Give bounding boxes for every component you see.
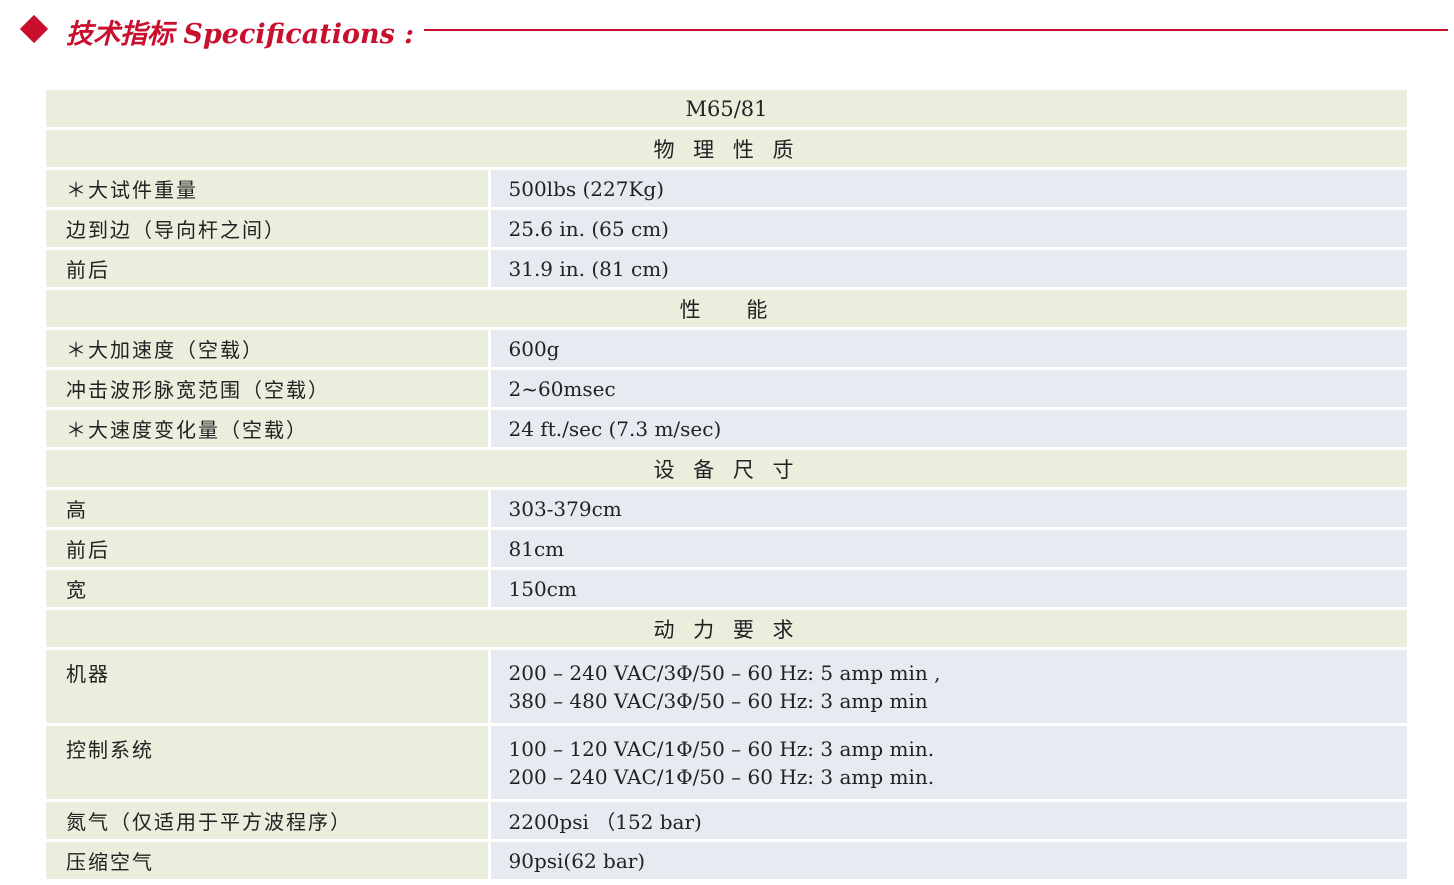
row-label: 前后 [46,527,491,569]
row-value: 2~60msec [489,367,1407,409]
table-row: 宽 150cm [46,567,1407,609]
value-line: 100 – 120 VAC/1Φ/50 – 60 Hz: 3 amp min. [508,736,935,761]
section-header: 技术指标 Specifications : [0,0,1454,70]
row-value: 25.6 in. (65 cm) [489,207,1407,249]
section-heading: 性 能 [46,287,1407,329]
table-row: ＊大速度变化量（空载） 24 ft./sec (7.3 m/sec) [46,407,1407,449]
table-row: 压缩空气 90psi(62 bar) [46,839,1407,879]
row-value: 500lbs (227Kg) [489,167,1407,209]
model-row: M65/81 [46,87,1407,129]
table-row: 前后 31.9 in. (81 cm) [46,247,1407,289]
value-line: 200 – 240 VAC/3Φ/50 – 60 Hz: 5 amp min , [508,660,941,685]
row-value: 100 – 120 VAC/1Φ/50 – 60 Hz: 3 amp min. … [489,723,1407,801]
table-row: ＊大加速度（空载） 600g [46,327,1407,369]
row-label: 边到边（导向杆之间） [46,207,491,249]
row-label: ＊大速度变化量（空载） [46,407,491,449]
row-label: 控制系统 [46,723,491,801]
row-value: 600g [489,327,1407,369]
row-label: 前后 [46,247,491,289]
row-value: 150cm [489,567,1407,609]
row-value: 81cm [489,527,1407,569]
section-header-row: 动 力 要 求 [46,607,1407,649]
value-line: 200 – 240 VAC/1Φ/50 – 60 Hz: 3 amp min. [508,764,935,789]
row-label: 机器 [46,647,491,725]
table-row: 边到边（导向杆之间） 25.6 in. (65 cm) [46,207,1407,249]
table-row: 控制系统 100 – 120 VAC/1Φ/50 – 60 Hz: 3 amp … [46,723,1407,801]
title-divider [424,29,1448,31]
table-row: 前后 81cm [46,527,1407,569]
table-row: 氮气（仅适用于平方波程序） 2200psi （152 bar) [46,799,1407,841]
section-title: 技术指标 Specifications : [66,19,415,50]
row-label: 氮气（仅适用于平方波程序） [46,799,491,841]
row-label: ＊大加速度（空载） [46,327,491,369]
row-label: 压缩空气 [46,839,491,879]
section-heading: 动 力 要 求 [46,607,1407,649]
row-label: 宽 [46,567,491,609]
row-value: 200 – 240 VAC/3Φ/50 – 60 Hz: 5 amp min ,… [489,647,1407,725]
row-value: 31.9 in. (81 cm) [489,247,1407,289]
row-label: 高 [46,487,491,529]
row-label: 冲击波形脉宽范围（空载） [46,367,491,409]
row-value: 2200psi （152 bar) [489,799,1407,841]
row-label: ＊大试件重量 [46,167,491,209]
table-row: ＊大试件重量 500lbs (227Kg) [46,167,1407,209]
row-value: 303-379cm [489,487,1407,529]
section-header-row: 物 理 性 质 [46,127,1407,169]
table-row: 冲击波形脉宽范围（空载） 2~60msec [46,367,1407,409]
diamond-bullet-icon [19,14,49,44]
row-value: 90psi(62 bar) [489,839,1407,879]
model-name: M65/81 [46,87,1407,129]
section-heading: 物 理 性 质 [46,127,1407,169]
table-row: 高 303-379cm [46,487,1407,529]
row-value: 24 ft./sec (7.3 m/sec) [489,407,1407,449]
value-line: 380 – 480 VAC/3Φ/50 – 60 Hz: 3 amp min [508,688,928,713]
spec-table: M65/81 物 理 性 质 ＊大试件重量 500lbs (227Kg) 边到边… [46,87,1407,879]
section-heading: 设 备 尺 寸 [46,447,1407,489]
section-header-row: 设 备 尺 寸 [46,447,1407,489]
table-row: 机器 200 – 240 VAC/3Φ/50 – 60 Hz: 5 amp mi… [46,647,1407,725]
section-header-row: 性 能 [46,287,1407,329]
